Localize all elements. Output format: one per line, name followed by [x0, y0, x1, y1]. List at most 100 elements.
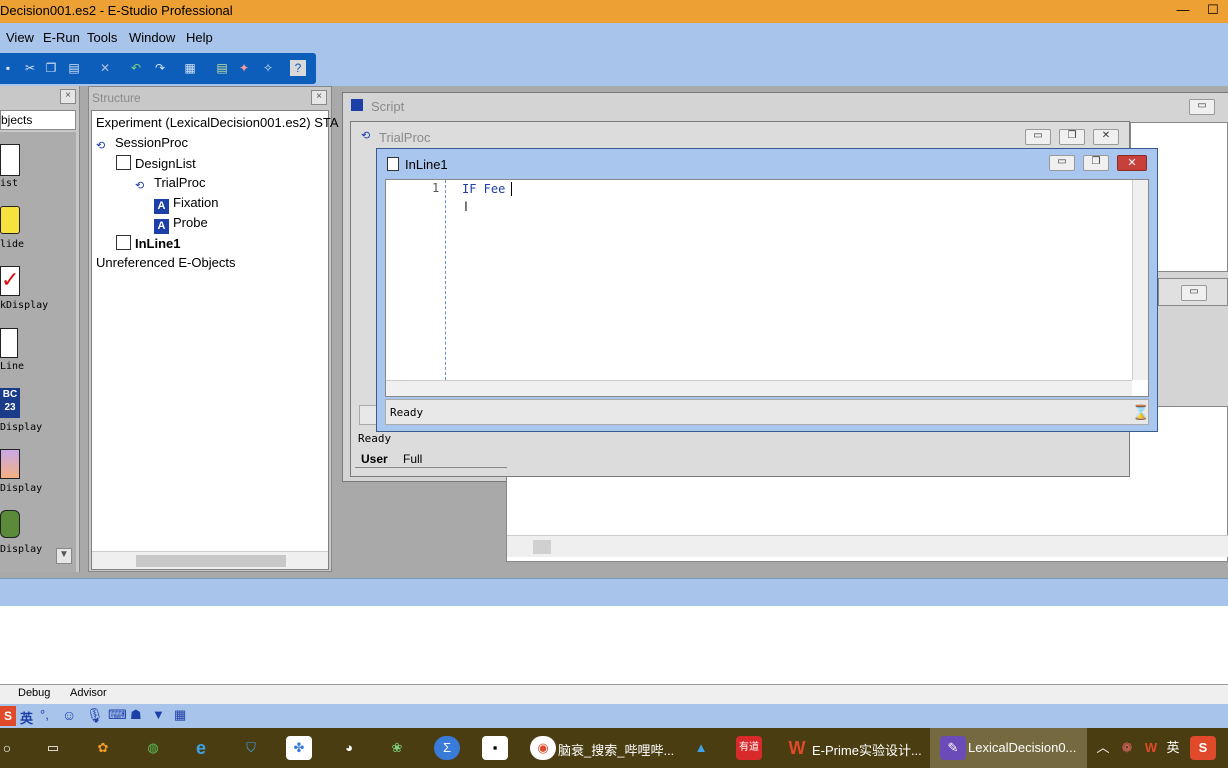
structure-hscrollbar[interactable]	[92, 551, 328, 569]
structure-close-button[interactable]: ×	[311, 90, 327, 105]
run-icon[interactable]: ✦	[236, 60, 252, 76]
tab-advisor[interactable]: Advisor	[70, 687, 107, 699]
output-panel[interactable]	[0, 606, 1228, 684]
tree-item-sessionproc[interactable]: ⟲ SessionProc	[96, 135, 188, 154]
tree-item-unreferenced[interactable]: Unreferenced E-Objects	[96, 255, 235, 270]
code-vscrollbar[interactable]	[1132, 180, 1148, 380]
toolbox-item-text-display[interactable]: Display	[0, 422, 42, 433]
code-line[interactable]: IF Fee	[462, 182, 505, 196]
image-display-icon[interactable]	[0, 449, 20, 479]
lanhu-icon[interactable]: ▲	[688, 736, 714, 760]
e-studio-icon[interactable]: ✎	[940, 736, 966, 760]
code-hscrollbar[interactable]	[386, 380, 1132, 396]
generate-icon[interactable]: ▤	[214, 60, 230, 76]
test-run-icon[interactable]: ✧	[260, 60, 276, 76]
tab-user[interactable]: User	[361, 452, 388, 466]
toolbox-item-movie-display[interactable]: Display	[0, 544, 42, 555]
tray-app-icon[interactable]: ❁	[1114, 736, 1140, 760]
text-display-icon[interactable]: BC 23	[0, 388, 20, 418]
tree-item-probe[interactable]: A Probe	[154, 215, 208, 234]
script-title: Script	[371, 99, 405, 114]
subwindow-minimize-button[interactable]: ▭	[1181, 285, 1207, 301]
tray-language[interactable]: 英	[1160, 736, 1186, 760]
list-object-icon[interactable]	[0, 144, 20, 176]
structure-hscroll-thumb[interactable]	[136, 555, 286, 567]
tree-item-experiment[interactable]: Experiment (LexicalDecision001.es2) STA	[96, 115, 339, 130]
tray-sogou-icon[interactable]: S	[1190, 736, 1216, 760]
photos-icon[interactable]: ✿	[90, 736, 116, 760]
delete-icon[interactable]: ✕	[97, 60, 113, 76]
toolbox-item-feedback[interactable]: kDisplay	[0, 300, 48, 311]
slide-object-icon[interactable]	[0, 206, 20, 234]
sogou-icon[interactable]: S	[0, 706, 16, 726]
movie-display-icon[interactable]	[0, 510, 20, 538]
wps-icon[interactable]: W	[784, 736, 810, 760]
menu-e-run[interactable]: E-Run	[43, 30, 80, 45]
code-editor[interactable]: 1 IF Fee I	[385, 179, 1149, 397]
leaf-app-icon[interactable]: ❀	[384, 736, 410, 760]
tray-chevron-up-icon[interactable]: ︿	[1090, 736, 1116, 760]
save-icon[interactable]: ▪	[0, 60, 16, 76]
tab-debug[interactable]: Debug	[18, 687, 50, 699]
emoji-icon[interactable]: ☺	[62, 707, 76, 723]
menu-help[interactable]: Help	[186, 30, 213, 45]
script-minimize-button[interactable]: ▭	[1189, 99, 1215, 115]
toolbox-item-inline[interactable]: Line	[0, 361, 24, 372]
inline1-minimize-button[interactable]: ▭	[1049, 155, 1075, 171]
toolbox-close-button[interactable]: ×	[60, 89, 76, 104]
calculator-icon[interactable]: Σ	[434, 736, 460, 760]
tree-item-inline1[interactable]: InLine1	[116, 235, 181, 251]
maximize-button[interactable]: ☐	[1198, 0, 1228, 22]
toolbox-scroll-down[interactable]: ▼	[56, 548, 72, 564]
task-view-icon[interactable]: ▭	[40, 736, 66, 760]
tree-item-trialproc[interactable]: ⟲ TrialProc	[135, 175, 206, 194]
menu-window[interactable]: Window	[129, 30, 175, 45]
lower-hscrollbar[interactable]	[507, 535, 1228, 557]
trialproc-minimize-button[interactable]: ▭	[1025, 129, 1051, 145]
chrome-icon[interactable]: ◉	[530, 736, 556, 760]
toolbox-item-list[interactable]: ist	[0, 178, 18, 189]
keyboard-icon[interactable]: ⌨	[108, 707, 127, 723]
trialproc-close-button[interactable]: ✕	[1093, 129, 1119, 145]
inline1-statusbar: Ready ⌛	[385, 399, 1149, 425]
inline1-close-button[interactable]: ✕	[1117, 155, 1147, 171]
tab-full[interactable]: Full	[403, 452, 422, 466]
terminal-icon[interactable]: ▪	[482, 736, 508, 760]
edge-icon[interactable]: e	[188, 736, 214, 760]
inline1-status: Ready	[390, 406, 424, 419]
toolbox-item-slide[interactable]: lide	[0, 239, 24, 250]
paste-icon[interactable]: ▤	[66, 60, 82, 76]
trialproc-maximize-button[interactable]: ❐	[1059, 129, 1085, 145]
youdao-icon[interactable]: 有道	[736, 736, 762, 760]
toolbox-item-image-display[interactable]: Display	[0, 483, 42, 494]
shield-icon[interactable]: ⛉	[238, 736, 264, 760]
menu-view[interactable]: View	[6, 30, 34, 45]
qq-icon[interactable]: ◕	[336, 736, 362, 760]
redo-icon[interactable]: ↷	[152, 60, 168, 76]
minimize-button[interactable]: —	[1168, 0, 1198, 22]
menu-tools[interactable]: Tools	[87, 30, 117, 45]
search-icon[interactable]: ○	[0, 736, 20, 760]
skin-icon[interactable]: ▼	[152, 707, 165, 722]
properties-icon[interactable]: ▦	[182, 60, 198, 76]
taskbar-app-chrome[interactable]: 脑衰_搜索_哔哩哔...	[558, 740, 674, 759]
punctuation-icon[interactable]: °,	[40, 707, 49, 722]
lower-hscroll-thumb[interactable]	[533, 540, 551, 554]
ime-language[interactable]: 英	[20, 708, 33, 727]
tree-item-fixation[interactable]: A Fixation	[154, 195, 219, 214]
undo-icon[interactable]: ↶	[128, 60, 144, 76]
help-icon[interactable]: ?	[290, 60, 306, 76]
toolbox-grid-icon[interactable]: ▦	[174, 707, 186, 723]
copy-icon[interactable]: ❐	[43, 60, 59, 76]
user-icon[interactable]: ☗	[130, 707, 142, 723]
cut-icon[interactable]: ✂	[22, 60, 38, 76]
inline-object-icon[interactable]	[0, 328, 18, 358]
inline1-maximize-button[interactable]: ❐	[1083, 155, 1109, 171]
taskbar-app-wps[interactable]: E-Prime实验设计...	[812, 740, 922, 759]
taskbar-app-estudio[interactable]: LexicalDecision0...	[968, 740, 1076, 755]
voice-icon[interactable]: 🎙	[86, 707, 104, 724]
feedback-object-icon[interactable]: ✓	[0, 266, 20, 296]
tree-item-designlist[interactable]: DesignList	[116, 155, 196, 171]
baidu-netdisk-icon[interactable]: ✤	[286, 736, 312, 760]
wechat-icon[interactable]: ◍	[140, 736, 166, 760]
